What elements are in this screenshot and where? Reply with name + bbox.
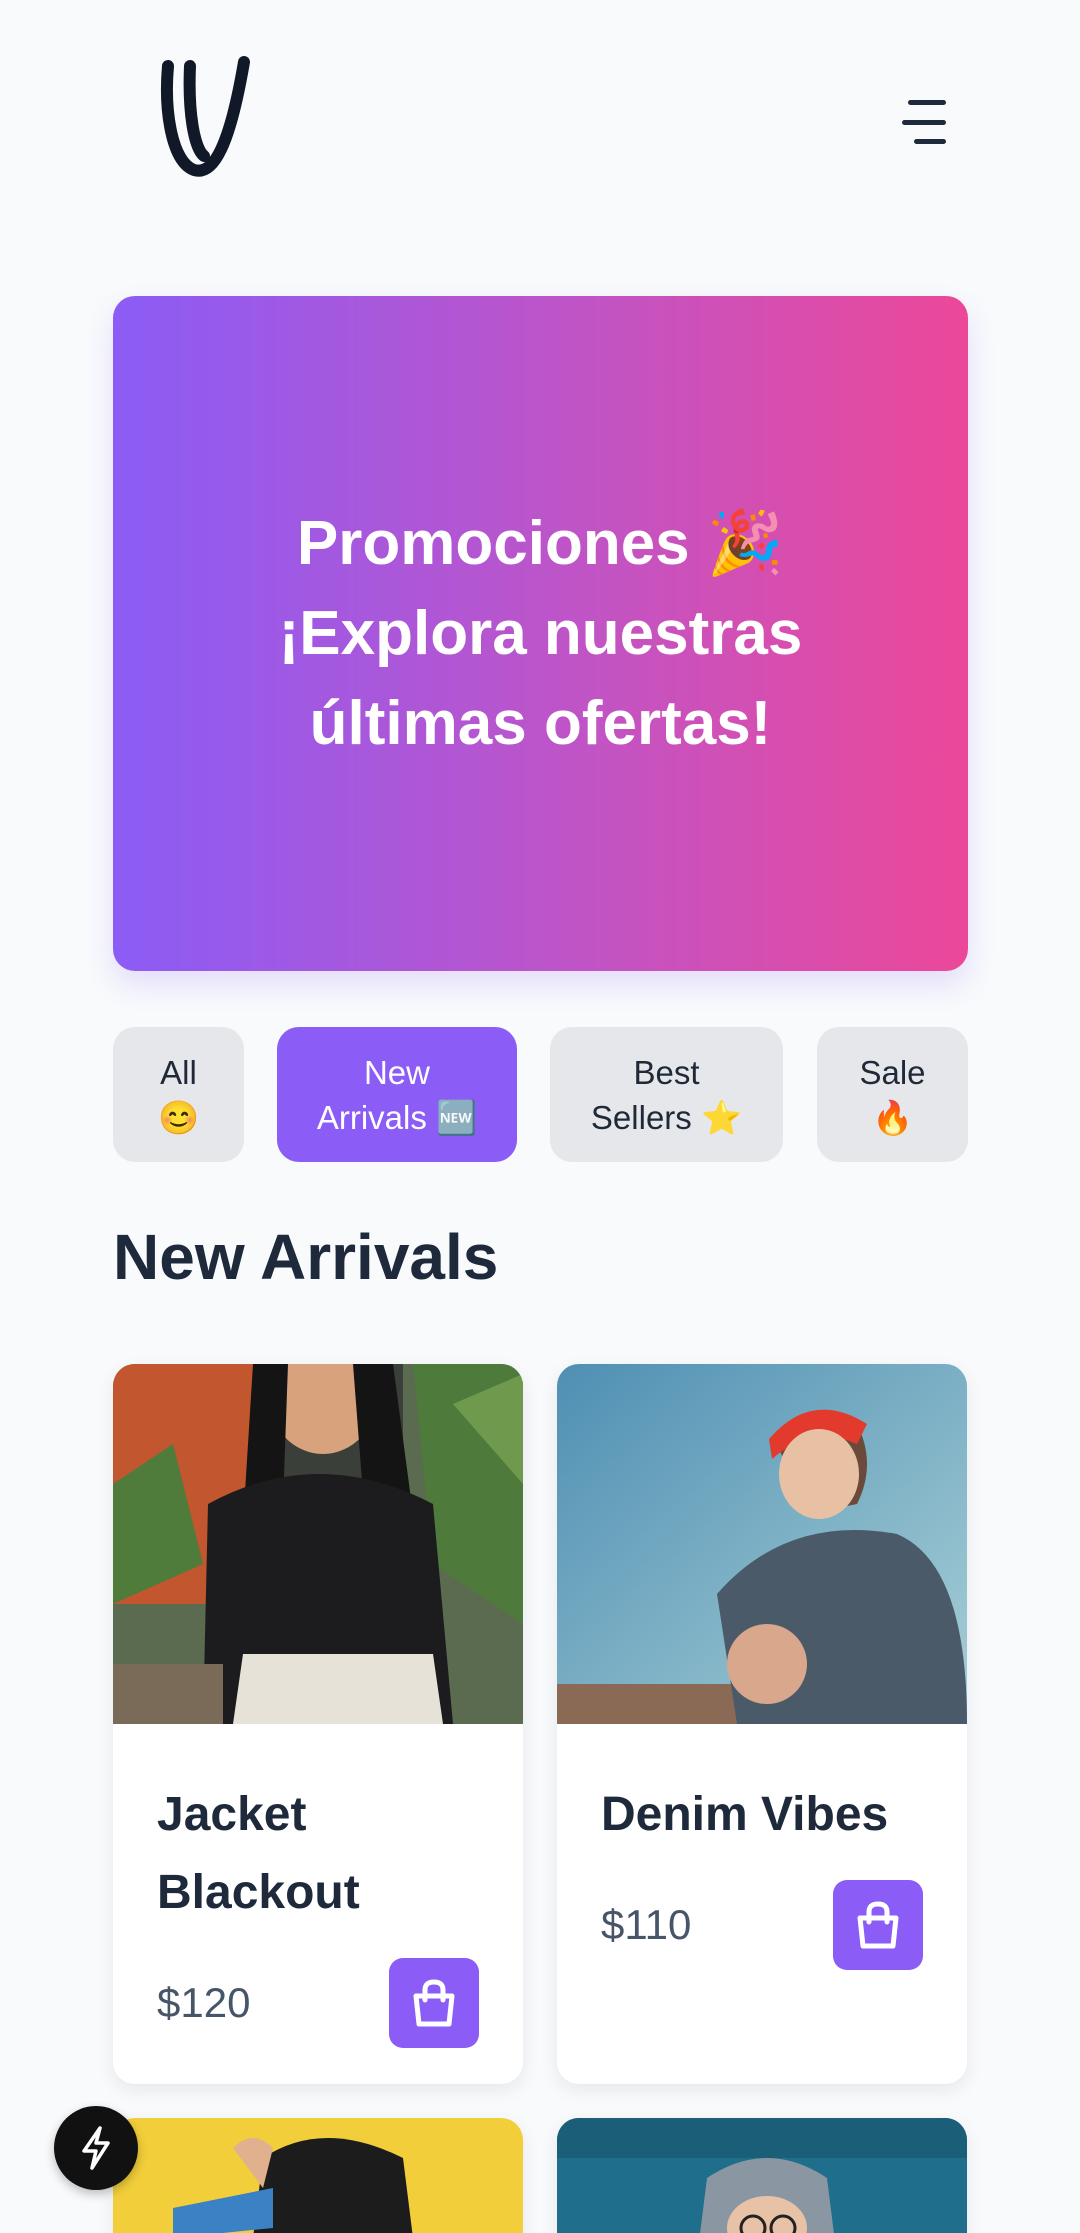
product-card[interactable]: Denim Vibes $110 xyxy=(557,1364,967,2084)
product-footer: $120 xyxy=(157,1958,479,2048)
product-image[interactable] xyxy=(557,1364,967,1724)
product-name-line: Denim Vibes xyxy=(601,1788,889,1841)
product-card[interactable]: Jacket Blackout $120 xyxy=(113,1364,523,2084)
menu-line xyxy=(902,119,946,125)
product-name-line: Jacket xyxy=(157,1788,307,1841)
filter-all[interactable]: All 😊 xyxy=(113,1027,244,1162)
filter-new-arrivals[interactable]: New Arrivals 🆕 xyxy=(277,1027,517,1162)
filter-sale[interactable]: Sale 🔥 xyxy=(817,1027,968,1162)
menu-icon[interactable] xyxy=(890,100,946,144)
promo-line-1: Promociones 🎉 xyxy=(296,508,785,578)
promo-text: Promociones 🎉 ¡Explora nuestras últimas … xyxy=(241,499,841,769)
page: Promociones 🎉 ¡Explora nuestras últimas … xyxy=(0,0,1080,2233)
product-info: Denim Vibes $110 xyxy=(557,1724,967,1970)
filter-label: Sellers ⭐ xyxy=(590,1098,743,1136)
product-image[interactable] xyxy=(557,2118,967,2233)
add-to-cart-button[interactable] xyxy=(389,1958,479,2048)
product-card[interactable] xyxy=(113,2118,523,2233)
product-photo xyxy=(557,1364,967,1724)
product-footer: $110 xyxy=(601,1880,923,1970)
filter-label: Arrivals 🆕 xyxy=(316,1098,478,1136)
add-to-cart-button[interactable] xyxy=(833,1880,923,1970)
product-image[interactable] xyxy=(113,1364,523,1724)
product-price: $120 xyxy=(157,1979,251,2026)
product-name-line: Blackout xyxy=(157,1866,360,1919)
section-title: New Arrivals xyxy=(113,1221,499,1293)
filter-best-sellers[interactable]: Best Sellers ⭐ xyxy=(550,1027,783,1162)
product-photo xyxy=(113,2118,523,2233)
shopping-bag-icon xyxy=(413,1979,455,2027)
lightning-bolt-icon xyxy=(82,2126,110,2170)
menu-line xyxy=(914,139,946,144)
v-logo-icon[interactable] xyxy=(158,52,252,180)
category-filters: All 😊 New Arrivals 🆕 Best Sellers ⭐ Sale… xyxy=(113,1027,968,1162)
product-photo xyxy=(557,2118,967,2233)
filter-label: Best xyxy=(633,1053,700,1091)
product-name: Jacket Blackout xyxy=(157,1776,479,1932)
shopping-bag-icon xyxy=(857,1901,899,1949)
product-card[interactable] xyxy=(557,2118,967,2233)
product-info: Jacket Blackout $120 xyxy=(113,1724,523,2048)
promo-line-3: últimas ofertas! xyxy=(309,688,772,758)
menu-line xyxy=(908,100,946,105)
promo-line-2: ¡Explora nuestras xyxy=(278,598,803,668)
product-price: $110 xyxy=(601,1901,692,1948)
filter-label: New xyxy=(363,1053,430,1091)
filter-label: All xyxy=(160,1053,197,1091)
product-photo xyxy=(113,1364,523,1724)
promo-banner[interactable]: Promociones 🎉 ¡Explora nuestras últimas … xyxy=(113,296,968,971)
filter-label: Sale xyxy=(859,1053,926,1091)
bolt-button[interactable] xyxy=(54,2106,138,2190)
filter-emoji: 🔥 xyxy=(871,1098,914,1136)
product-name: Denim Vibes xyxy=(601,1776,923,1854)
product-image[interactable] xyxy=(113,2118,523,2233)
filter-emoji: 😊 xyxy=(157,1098,200,1136)
